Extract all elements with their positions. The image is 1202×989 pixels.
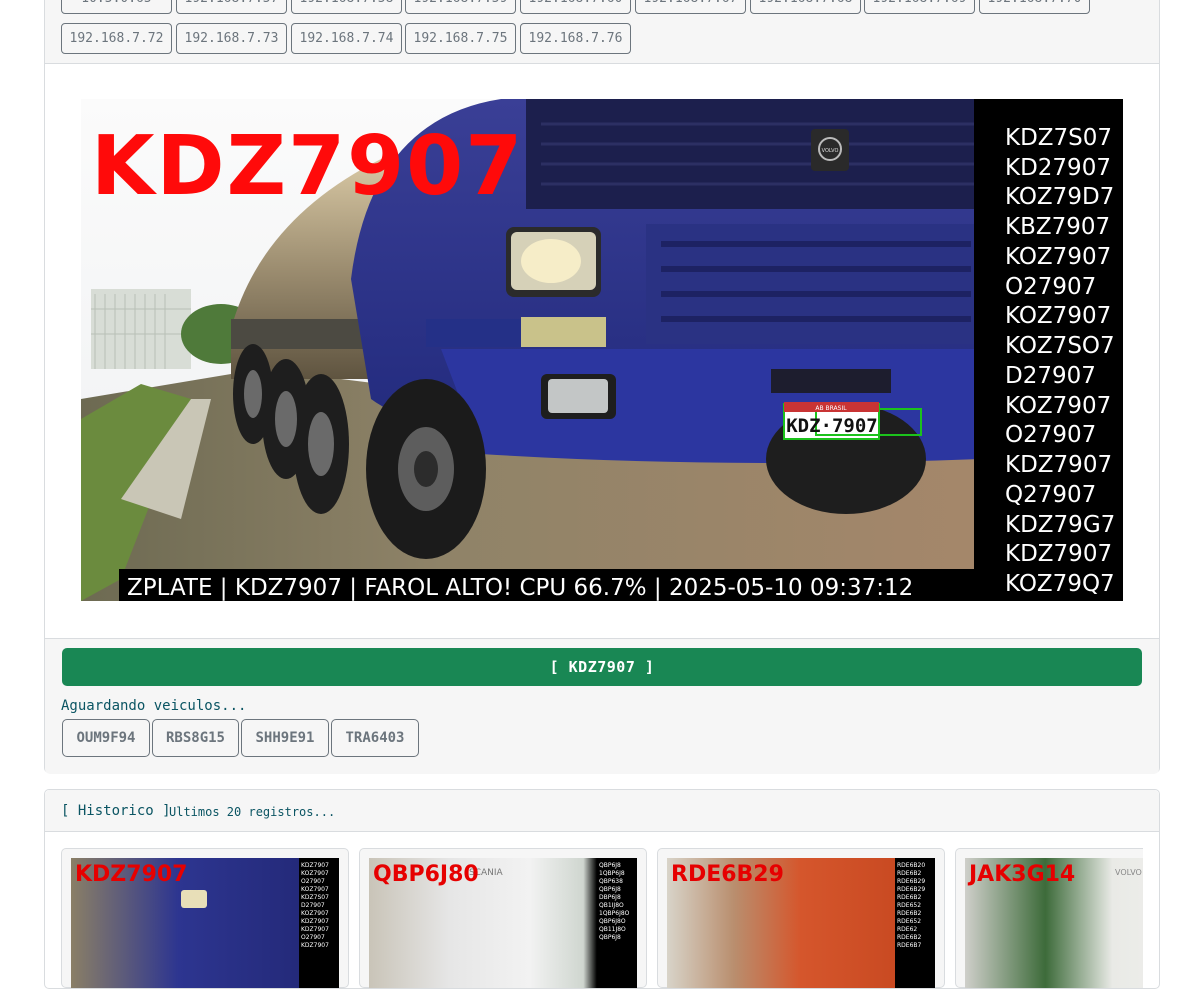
candidate-text: KOZ7SO7 (1005, 333, 1115, 359)
camera-button[interactable]: 192.168.7.67 (635, 0, 746, 14)
candidate-text: KOZ79Q7 (1005, 571, 1115, 597)
history-candidate: KOZ7907 (301, 886, 329, 893)
history-subtitle: Ultimos 20 registros... (169, 805, 336, 819)
history-candidate: RDE6B2 (897, 894, 922, 901)
history-item[interactable]: KDZ7907 KDZ7907 KOZ7907 O27907 KOZ7907 K… (61, 848, 349, 988)
candidate-text: D27907 (1005, 363, 1096, 389)
current-plate-bar: [ KDZ7907 ] (62, 648, 1142, 686)
history-thumbnail: KDZ7907 KDZ7907 KOZ7907 O27907 KOZ7907 K… (71, 858, 339, 988)
history-candidate: KOZ7907 (301, 870, 329, 877)
history-plate: QBP6J80 (373, 862, 479, 887)
history-item[interactable]: RDE6B29 RDE6B20 RDE6B2 RDE6B29 RDE6B29 R… (657, 848, 945, 988)
recent-plate-button[interactable]: OUM9F94 (62, 719, 150, 757)
recent-plate-button[interactable]: SHH9E91 (241, 719, 329, 757)
candidate-text: KDZ7907 (1005, 452, 1112, 478)
camera-button[interactable]: 192.168.7.69 (864, 0, 975, 14)
candidate-text: KBZ7907 (1005, 214, 1110, 240)
history-candidate: QBP6J8 (599, 862, 621, 869)
history-candidate: QBP6J8O (599, 918, 626, 925)
history-candidate: RDE62 (897, 926, 918, 933)
camera-button[interactable]: 192.168.7.72 (61, 23, 172, 54)
candidate-text: O27907 (1005, 422, 1096, 448)
history-candidate: QBP638 (599, 878, 623, 885)
history-header: [ Historico ] Ultimos 20 registros... (45, 790, 1159, 832)
camera-feed: VOLVO AB BRASIL KDZ·7907 KDZ7907 KDZ7S07… (81, 99, 1123, 601)
history-candidate: D27907 (301, 902, 325, 909)
candidate-text: KOZ7907 (1005, 303, 1111, 329)
camera-button[interactable]: 192.168.7.70 (979, 0, 1090, 14)
recent-plate-button[interactable]: TRA6403 (331, 719, 419, 757)
history-candidate: KDZ7907 (301, 942, 329, 949)
history-candidate: RDE652 (897, 918, 922, 925)
recent-plate-button[interactable]: RBS8G15 (152, 719, 239, 757)
history-candidate: RDE652 (897, 902, 922, 909)
vehicle-plate-text: KDZ·7907 (786, 415, 878, 437)
history-candidate: QB1IJ8O (599, 902, 624, 909)
candidate-text: KDZ7S07 (1005, 125, 1112, 151)
history-candidate: O27907 (301, 934, 325, 941)
history-plate: RDE6B29 (671, 862, 784, 887)
history-candidate: RDE6B29 (897, 886, 926, 893)
history-candidate: KDZ7907 (301, 862, 329, 869)
candidate-text: KDZ79G7 (1005, 512, 1115, 538)
history-plate: JAK3G14 (969, 862, 1076, 887)
brand-badge-text: VOLVO (822, 148, 839, 154)
history-thumbnail: VOLVO JAK3G14 (965, 858, 1143, 988)
camera-button[interactable]: 192.168.7.60 (520, 0, 631, 14)
history-candidate: QBP6J8 (599, 886, 621, 893)
camera-button[interactable]: 192.168.7.76 (520, 23, 631, 54)
history-candidate: RDE6B2 (897, 910, 922, 917)
history-candidate: 1QBP6J8 (599, 870, 625, 877)
status-text: Aguardando veiculos... (61, 698, 247, 714)
history-thumbnail: RDE6B29 RDE6B20 RDE6B2 RDE6B29 RDE6B29 R… (667, 858, 935, 988)
history-thumbnail: SCANIA QBP6J80 QBP6J8 1QBP6J8 QBP638 QBP… (369, 858, 637, 988)
candidate-text: KDZ7907 (1005, 541, 1112, 567)
history-title: [ Historico ] (61, 803, 171, 819)
candidate-text: KOZ79D7 (1005, 184, 1114, 210)
history-candidate: 1QBP6J8O (599, 910, 630, 917)
history-candidate: RDE6B20 (897, 862, 926, 869)
camera-button[interactable]: 192.168.7.73 (176, 23, 287, 54)
history-candidate: RDE6B2 (897, 870, 922, 877)
camera-button[interactable]: 192.168.7.59 (405, 0, 516, 14)
history-candidate: QB11J8O (599, 926, 626, 933)
candidate-text: KOZ7907 (1005, 244, 1111, 270)
vehicle-plate-header: AB BRASIL (815, 405, 847, 412)
feed-status-line: ZPLATE | KDZ7907 | FAROL ALTO! CPU 66.7%… (127, 575, 913, 601)
plate-overlay: KDZ7907 (91, 119, 524, 214)
camera-button[interactable]: 192.168.7.68 (750, 0, 861, 14)
candidate-text: O27907 (1005, 274, 1096, 300)
history-panel: [ Historico ] Ultimos 20 registros... KD… (44, 789, 1160, 989)
candidate-text: KOZ7907 (1005, 393, 1111, 419)
history-brand: VOLVO (1115, 868, 1142, 877)
camera-button[interactable]: 192.168.7.57 (176, 0, 287, 14)
camera-button[interactable]: 192.168.7.75 (405, 23, 516, 54)
history-item[interactable]: SCANIA QBP6J80 QBP6J8 1QBP6J8 QBP638 QBP… (359, 848, 647, 988)
camera-button[interactable]: 192.168.7.58 (291, 0, 402, 14)
history-candidate: DBP6J8 (599, 894, 621, 901)
history-plate: KDZ7907 (75, 862, 188, 887)
camera-frame: VOLVO AB BRASIL KDZ·7907 KDZ7907 KDZ7S07… (81, 99, 1123, 601)
history-candidate: KDZ7907 (301, 918, 329, 925)
camera-button[interactable]: 10.5.0.65 (61, 0, 172, 14)
history-strip[interactable]: KDZ7907 KDZ7907 KOZ7907 O27907 KOZ7907 K… (61, 848, 1143, 988)
history-candidate: QBP6J8 (599, 934, 621, 941)
history-candidates: QBP6J8 1QBP6J8 QBP638 QBP6J8 DBP6J8 QB1I… (599, 862, 633, 942)
candidate-text: Q27907 (1005, 482, 1096, 508)
candidate-text: KD27907 (1005, 155, 1111, 181)
history-candidate: RDE6B29 (897, 878, 926, 885)
history-candidate: RDE6B2 (897, 934, 922, 941)
history-candidate: RDE6B7 (897, 942, 922, 949)
history-candidate: O27907 (301, 878, 325, 885)
history-item[interactable]: VOLVO JAK3G14 (955, 848, 1143, 988)
camera-panel: 10.5.0.65 192.168.7.57 192.168.7.58 192.… (44, 0, 1160, 774)
history-candidate: KOZ7907 (301, 910, 329, 917)
detection-panel: [ KDZ7907 ] Aguardando veiculos... OUM9F… (45, 638, 1159, 774)
camera-selector: 10.5.0.65 192.168.7.57 192.168.7.58 192.… (45, 0, 1159, 64)
camera-button[interactable]: 192.168.7.74 (291, 23, 402, 54)
history-candidate: KDZ7S07 (301, 894, 329, 901)
history-candidate: KDZ7907 (301, 926, 329, 933)
